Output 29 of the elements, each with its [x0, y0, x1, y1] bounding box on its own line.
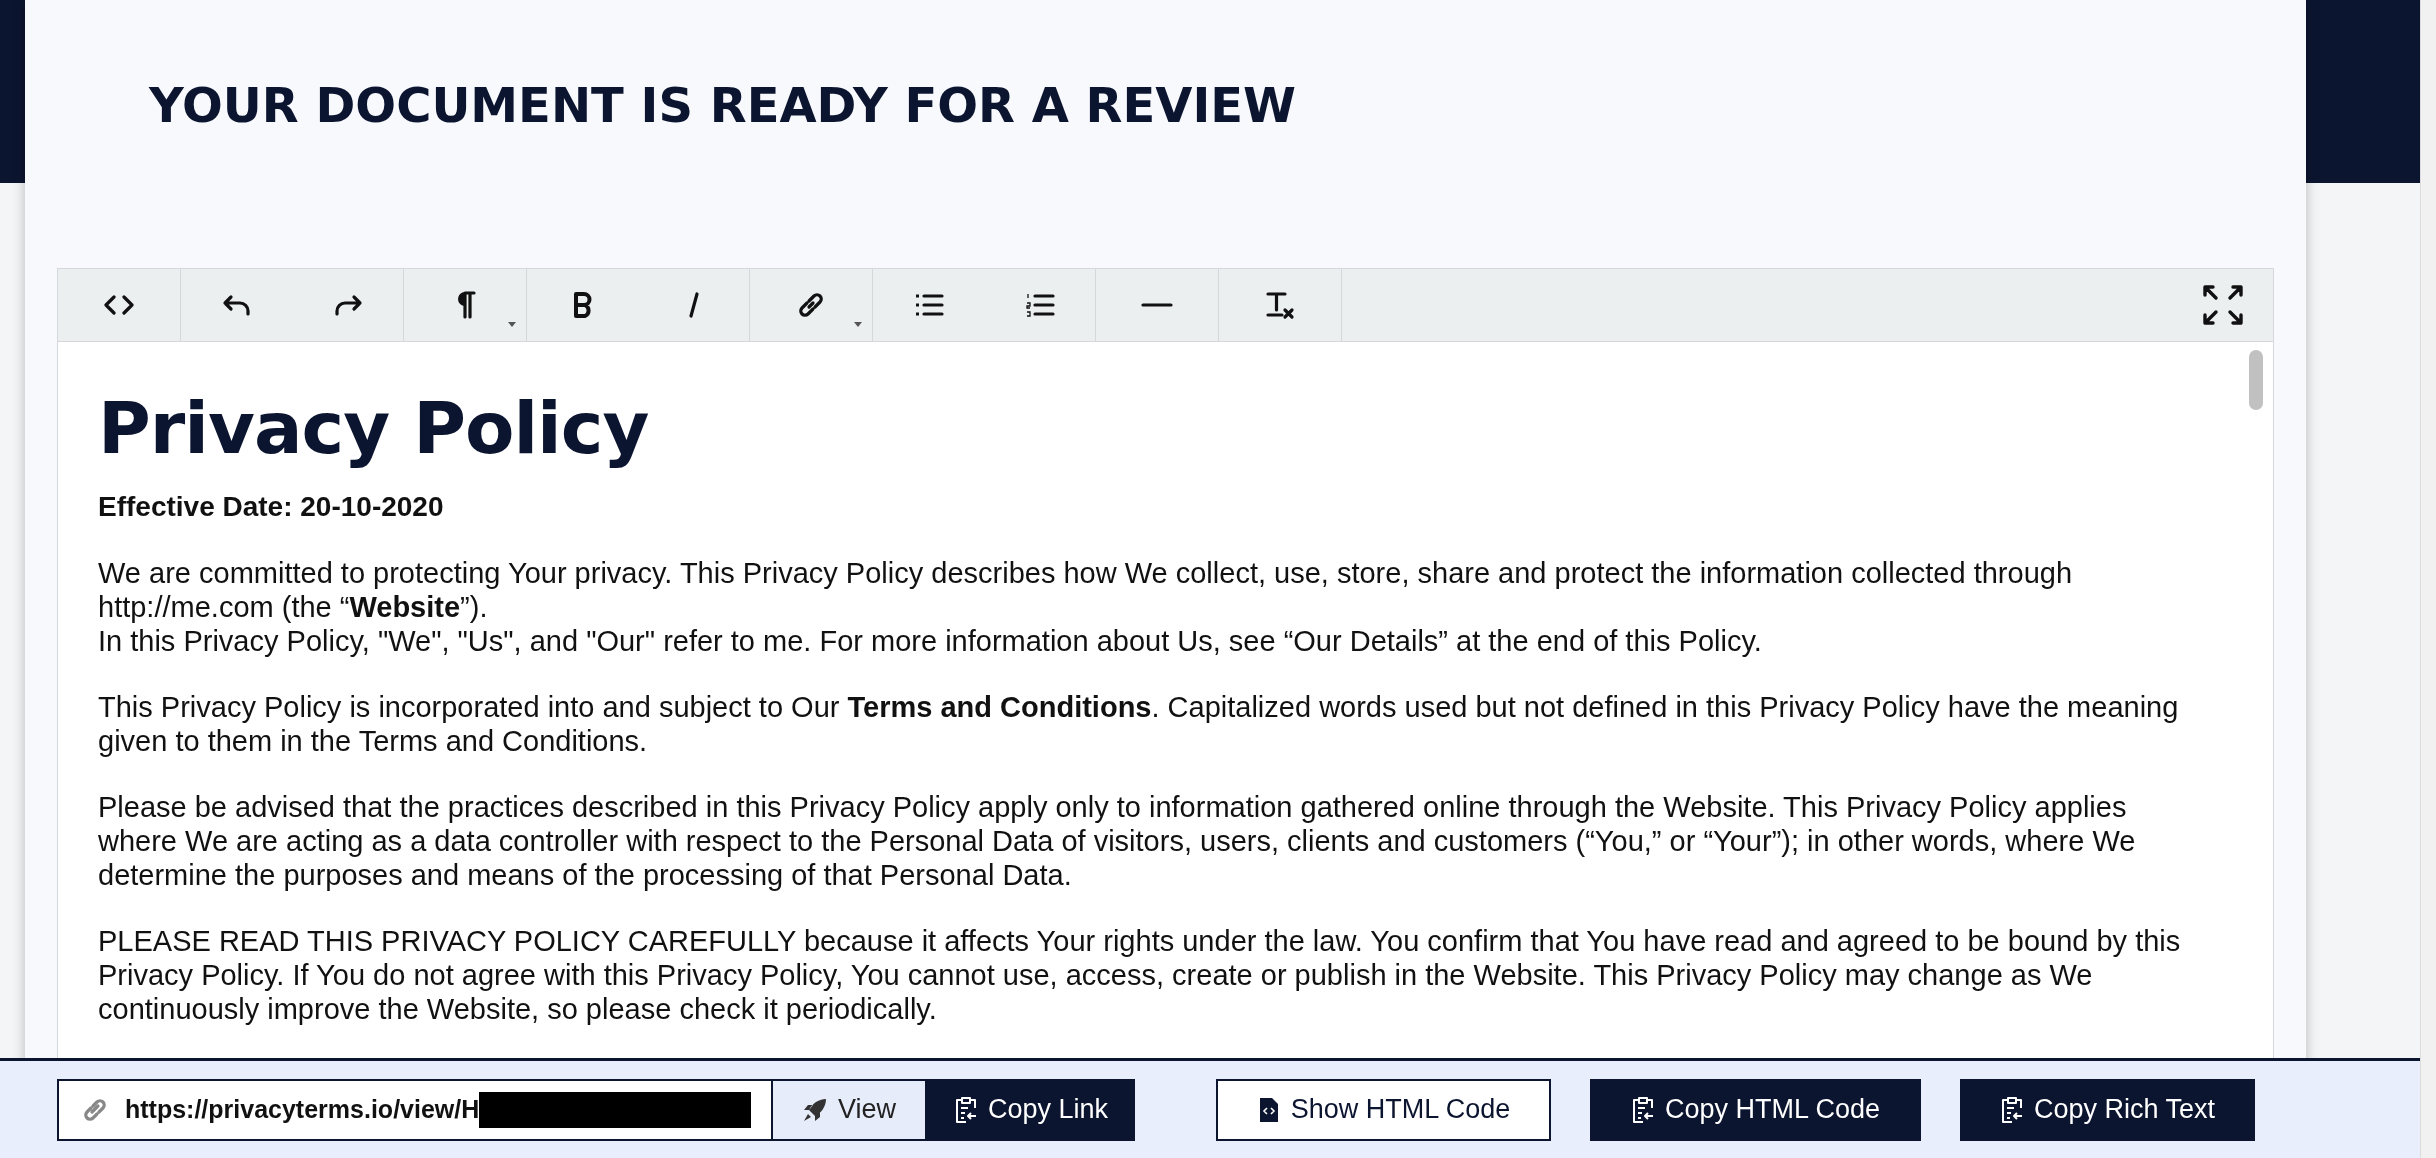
- paragraph: We are committed to protecting Your privacy. This Privacy Policy describes how We collect, use, store, share and protect the information collected through http://me.com (the “Website”).: [98, 556, 2074, 624]
- button[interactable]: Show HTML Code: [1216, 1078, 1551, 1141]
- paragraph: This Privacy Policy is incorporated into and subject to Our Terms and Conditions. Capitalized words used but not defined in this Privacy Policy have the meaning given to them in the Terms and Conditions.: [98, 690, 2180, 758]
- redo-icon: [332, 294, 363, 316]
- clipboard-icon: [953, 1095, 978, 1124]
- undo-icon: [221, 294, 252, 316]
- fullscreen-icon: [2201, 284, 2244, 326]
- effective-date: Effective Date: 20-10-2020: [98, 490, 445, 524]
- link-text: https://privacyterms.io/view/H: [125, 1093, 480, 1125]
- bulleted-list-icon: [913, 292, 944, 318]
- clear-format-icon: [1265, 290, 1295, 320]
- button[interactable]: Copy Rich Text: [1960, 1078, 2255, 1141]
- horizontal-rule-icon: [1141, 300, 1173, 310]
- button[interactable]: View: [773, 1078, 927, 1141]
- numbered-list-icon: [1024, 292, 1055, 318]
- button[interactable]: Copy HTML Code: [1590, 1078, 1921, 1141]
- link-field[interactable]: https://privacyterms.io/view/H: [57, 1078, 773, 1141]
- button[interactable]: Copy Link: [927, 1078, 1135, 1141]
- code-icon: [104, 294, 134, 316]
- paragraph: In this Privacy Policy, "We", "Us", and "Our" refer to me. For more information about Us, see “Our Details” at the end of this Policy.: [98, 624, 1763, 658]
- clipboard-icon: [1999, 1095, 2024, 1124]
- bold-icon: [571, 291, 594, 319]
- document-title: Privacy Policy: [98, 386, 650, 470]
- rocket-icon: [801, 1096, 828, 1123]
- paragraph: PLEASE READ THIS PRIVACY POLICY CAREFULLY because it affects Your rights under the law. You confirm that You have read and agreed to be bound by this Privacy Policy. If You do not agree with this Privacy Policy, You cannot use, access, create or publish in the Website. This Privacy Policy may change as We continuously improve the Website, so please check it periodically.: [98, 924, 2182, 1026]
- paragraph: Please be advised that the practices described in this Privacy Policy apply only to information gathered online through the Website. This Privacy Policy applies where We are acting as a data controller with respect to the Personal Data of visitors, users, clients and customers (“You,” or “Your”); in other words, where We determine the purposes and means of the processing of that Personal Data.: [98, 790, 2137, 892]
- link-icon: [796, 290, 826, 320]
- page-heading: YOUR DOCUMENT IS READY FOR A REVIEW: [149, 76, 1296, 135]
- clipboard-icon: [1630, 1095, 1655, 1124]
